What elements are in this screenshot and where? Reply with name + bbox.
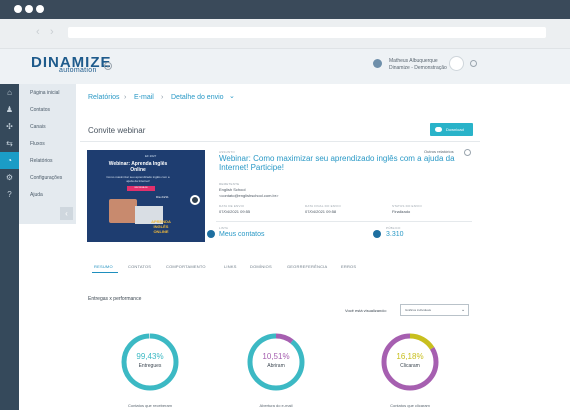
home-icon: ⌂ <box>7 88 12 97</box>
address-bar[interactable] <box>68 27 546 38</box>
breadcrumb-separator: › <box>161 94 164 101</box>
sender-name: English School <box>219 187 246 192</box>
send-date: 07/04/2021 09:55 <box>219 209 251 214</box>
donut-value-label: 16,18% <box>396 352 424 361</box>
sidebar-item-label: Fluxos <box>30 141 45 147</box>
chevron-down-icon[interactable]: ⌄ <box>461 305 465 315</box>
breadcrumb-item-detail: Detalhe do envio <box>171 94 224 101</box>
divider <box>216 221 472 222</box>
active-tab-indicator <box>92 272 118 273</box>
thumbnail-button: INSCREVA-SE <box>127 186 155 191</box>
avatar[interactable] <box>449 56 464 71</box>
email-preview-thumbnail[interactable]: EF 2027 Webinar: Aprenda Inglês Online C… <box>87 150 205 242</box>
gear-icon: ⚙ <box>5 173 14 182</box>
breadcrumb-item-reports[interactable]: Relatórios <box>88 94 120 101</box>
sidebar-item-fluxos[interactable]: ⇆ Fluxos <box>0 135 76 152</box>
donut-value-label: 99,43% <box>136 352 164 361</box>
tab-comportamento[interactable]: COMPORTAMENTO <box>166 264 206 269</box>
sidebar-item-contatos[interactable]: ♟ Contatos <box>0 101 76 118</box>
end-date: 07/04/2021 09:58 <box>305 209 337 214</box>
sidebar-item-label: Configurações <box>30 175 63 181</box>
sidebar-item-ajuda[interactable]: ? Ajuda <box>0 186 76 203</box>
tab-contatos[interactable]: CONTATOS <box>128 264 151 269</box>
chevron-down-icon[interactable] <box>464 149 471 156</box>
channels-icon: ✣ <box>6 122 13 131</box>
donut-caption: Contatos que receberam <box>127 403 173 408</box>
sidebar-item-label: Contatos <box>30 107 51 113</box>
end-date-label: DATA FINAL DO ENVIO <box>305 204 341 208</box>
thumbnail-photo <box>109 199 137 223</box>
list-name[interactable]: Meus contatos <box>219 231 265 238</box>
sidebar-item-configurações[interactable]: ⚙ Configurações <box>0 169 76 186</box>
browser-title-bar <box>0 0 570 19</box>
thumbnail-text: Como maximizar seu aprendizado inglês co… <box>106 175 170 183</box>
donut-category-label: Clicaram <box>400 363 420 369</box>
pie-chart-icon: ◔ <box>7 156 12 165</box>
divider <box>80 141 480 142</box>
view-mode-select[interactable]: Gráficos individuais <box>400 304 469 316</box>
donut-caption: Contatos que clicaram <box>390 403 430 408</box>
page-title: Convite webinar <box>88 126 146 135</box>
donut-slice <box>121 333 179 391</box>
flows-icon: ⇆ <box>6 139 13 148</box>
tab-erros[interactable]: ERROS <box>341 264 356 269</box>
performance-title: Entregas x performance <box>88 296 142 302</box>
audience-label: PÚBLICO <box>386 226 401 230</box>
collapse-sidebar-button[interactable]: ‹ <box>60 207 73 220</box>
user-info[interactable]: Matheus Albuquerque Dinamize - Demonstra… <box>389 58 447 72</box>
audience-count: 3.310 <box>386 231 404 238</box>
tab-georreferencia[interactable]: GEORREFERÊNCIA <box>287 264 327 269</box>
users-icon: ♟ <box>5 105 14 114</box>
window-dot-icon[interactable] <box>25 5 33 13</box>
logo-subtitle: automation <box>59 67 97 74</box>
sender-email: <contato@englishschool.com.br> <box>219 193 279 198</box>
list-icon <box>207 230 215 238</box>
thumbnail-title: Webinar: Aprenda Inglês Online <box>108 161 168 173</box>
audience-icon <box>373 230 381 238</box>
donut-category-label: Abriram <box>267 363 285 369</box>
donut-slice <box>247 333 305 391</box>
tab-dominios[interactable]: DOMÍNIOS <box>250 264 272 269</box>
breadcrumb-separator: › <box>124 94 127 101</box>
chevron-down-icon[interactable]: ⌄ <box>229 92 235 100</box>
other-reports-label[interactable]: Outros relatórios <box>424 149 454 154</box>
thumbnail-promo: APRENDA INGLÊS ONLINE <box>151 219 171 234</box>
donut-value-label: 10,51% <box>262 352 290 361</box>
send-date-label: DATA DE ENVIO <box>219 204 245 208</box>
tab-links[interactable]: LINKS <box>224 264 237 269</box>
chevron-down-icon[interactable] <box>470 60 477 67</box>
sender-label: REMETENTE <box>219 182 240 186</box>
zoom-preview-icon[interactable] <box>190 195 200 205</box>
user-role: Dinamize - Demonstração <box>389 65 447 71</box>
sidebar-item-label: Relatórios <box>30 158 53 164</box>
list-label: LISTA <box>219 226 229 230</box>
status-label: STATUS DO ENVIO <box>392 204 422 208</box>
cloud-download-icon <box>435 127 442 132</box>
thumbnail-tag: EF 2027 <box>145 154 157 158</box>
thumbnail-date: Dia 24/11 <box>156 195 169 199</box>
donut-category-label: Entregues <box>138 363 162 369</box>
sidebar-item-label: Canais <box>30 124 46 130</box>
tab-resumo[interactable]: RESUMO <box>94 264 113 269</box>
sidebar-item-canais[interactable]: ✣ Canais <box>0 118 76 135</box>
sidebar-item-relatórios[interactable]: ◔ Relatórios <box>0 152 76 169</box>
help-icon: ? <box>7 190 12 199</box>
back-arrow-icon[interactable]: ‹ <box>36 26 40 38</box>
user-name: Matheus Albuquerque <box>389 58 438 64</box>
status-badge: Finalizado <box>392 209 411 214</box>
forward-arrow-icon[interactable]: › <box>50 26 54 38</box>
window-dot-icon[interactable] <box>36 5 44 13</box>
window-dot-icon[interactable] <box>14 5 22 13</box>
view-mode-label: Você está visualizando: <box>345 308 387 313</box>
chevron-down-icon[interactable]: ▼ <box>104 62 112 70</box>
donut-caption: Abertura do e-mail <box>259 403 293 408</box>
email-subject: Webinar: Como maximizar seu aprendizado … <box>219 154 455 172</box>
download-button-label: Download <box>446 127 464 132</box>
notification-icon[interactable] <box>373 59 382 68</box>
breadcrumb-item-email[interactable]: E-mail <box>134 94 154 101</box>
sidebar-item-label: Página inicial <box>30 90 60 96</box>
sidebar-item-label: Ajuda <box>30 192 43 198</box>
sidebar-item-página-inicial[interactable]: ⌂ Página inicial <box>0 84 76 101</box>
